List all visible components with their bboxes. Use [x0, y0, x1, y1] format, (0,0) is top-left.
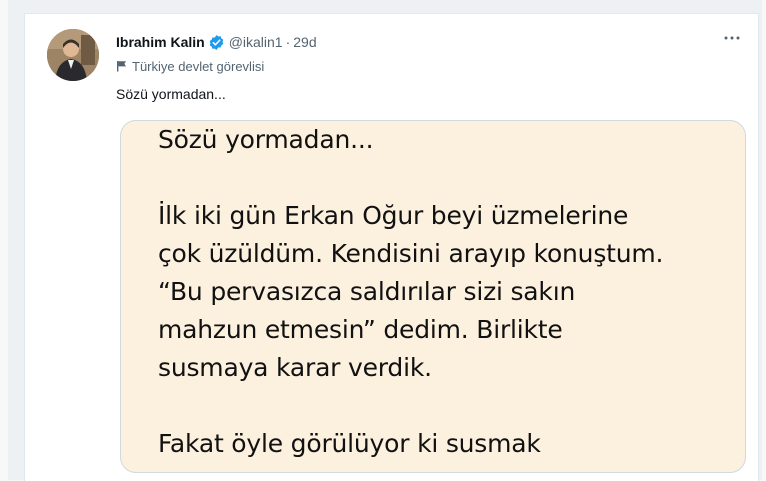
tweet-text: Sözü yormadan...: [116, 86, 226, 102]
author-name[interactable]: Ibrahim Kalin: [116, 34, 205, 50]
media-text-line: Fakat öyle görülüyor ki susmak: [158, 429, 541, 458]
media-text-line: çok üzüldüm. Kendisini arayıp konuştum.: [158, 239, 664, 268]
author-avatar[interactable]: [47, 29, 99, 81]
media-text-line: Sözü yormadan...: [158, 125, 374, 154]
tweet-media-image[interactable]: Sözü yormadan... İlk iki gün Erkan Oğur …: [120, 120, 746, 473]
media-text-line: mahzun etmesin” dedim. Birlikte: [158, 315, 563, 344]
media-text-block: Sözü yormadan... İlk iki gün Erkan Oğur …: [158, 121, 738, 463]
more-options-button[interactable]: [720, 28, 744, 48]
account-label-text: Türkiye devlet görevlisi: [132, 58, 265, 74]
author-handle[interactable]: @ikalin1: [229, 34, 283, 50]
media-text-line: “Bu pervasızca saldırılar sizi sakın: [158, 277, 576, 306]
media-text-line: İlk iki gün Erkan Oğur beyi üzmelerine: [158, 201, 629, 230]
media-text-line: susmaya karar verdik.: [158, 353, 432, 382]
account-label[interactable]: Türkiye devlet görevlisi: [116, 57, 264, 75]
media-text-line: [158, 159, 738, 197]
media-text-line: [158, 387, 738, 425]
timeline-background: Ibrahim Kalin @ikalin1 · 29d Türkiye dev…: [8, 0, 762, 481]
tweet-card[interactable]: Ibrahim Kalin @ikalin1 · 29d Türkiye dev…: [24, 13, 759, 481]
tweet-header: Ibrahim Kalin @ikalin1 · 29d: [116, 32, 317, 52]
tweet-timestamp[interactable]: 29d: [293, 34, 316, 50]
more-horizontal-icon: [724, 36, 740, 40]
verified-badge-icon: [208, 34, 225, 51]
flag-icon: [116, 60, 128, 72]
header-separator: ·: [285, 34, 291, 50]
